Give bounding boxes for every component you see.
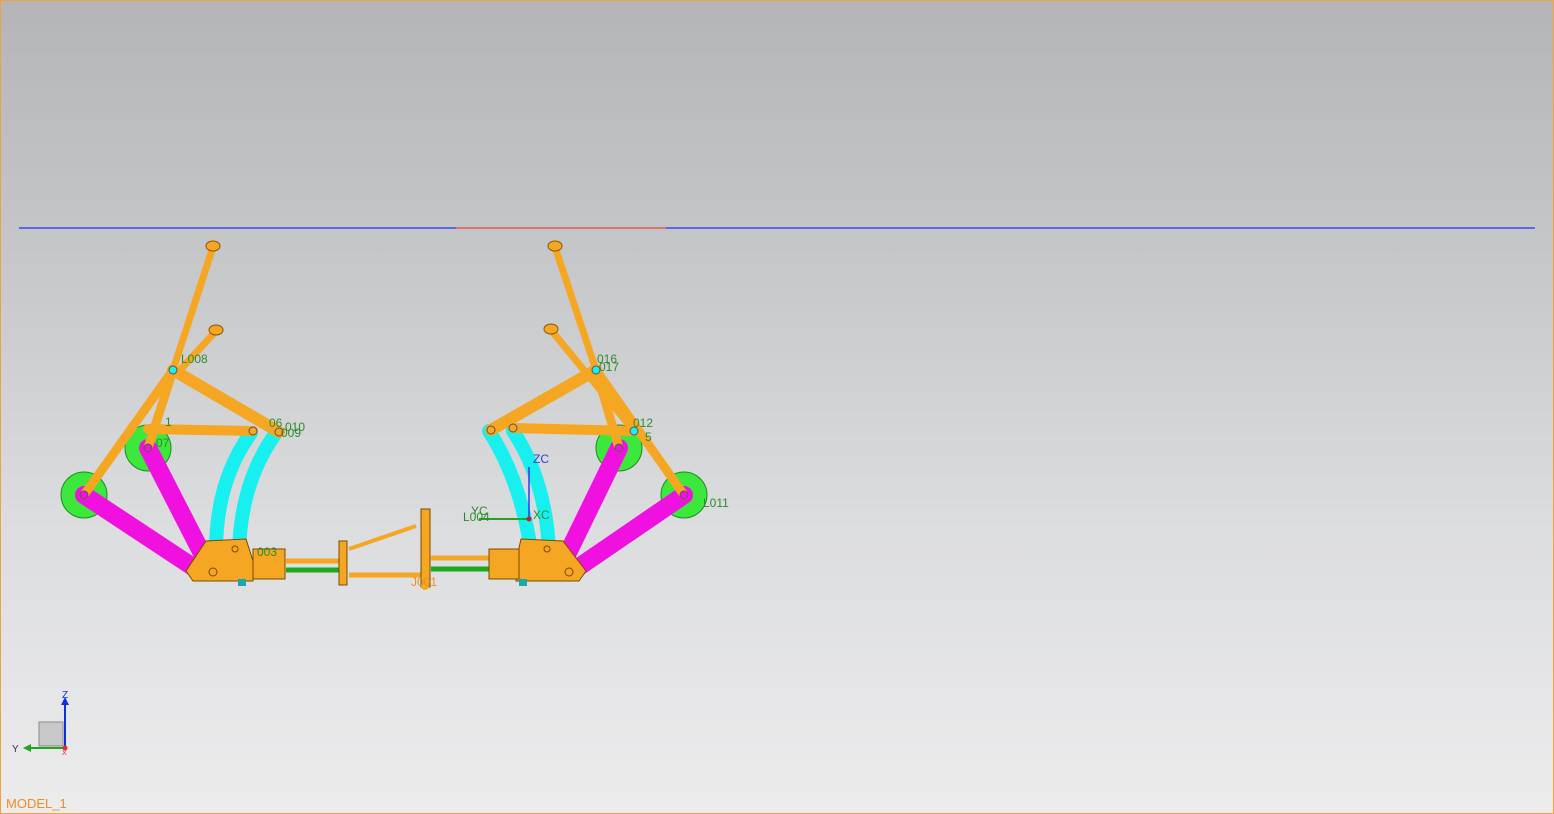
label-yc: YC [471,504,488,518]
model-name-label: MODEL_1 [6,796,67,811]
triad-x-label: X [62,750,67,757]
graphics-viewport[interactable]: L008 06 010 009 1 07 003 016 017 012 5 L… [0,0,1554,814]
right-orange-link-d[interactable] [508,423,639,436]
label-l009: 009 [281,426,301,440]
label-l012: 012 [633,416,653,430]
right-joint-e[interactable] [508,423,518,433]
right-rod-long[interactable] [551,243,600,374]
left-joint-top[interactable] [168,365,178,375]
left-joint-d[interactable] [248,426,258,436]
right-rod-short-cap [543,323,559,335]
left-rod-short-cap [208,324,224,336]
view-triad[interactable]: Z Y X [9,691,79,757]
left-rod-long-cap [205,240,221,252]
label-l003: 003 [257,545,277,559]
left-joint-inner-wheel[interactable] [143,443,153,453]
wcs-origin[interactable] [526,516,532,522]
label-xc: XC [533,508,550,522]
left-orange-link-d[interactable] [143,424,258,436]
right-joint-inner-wheel[interactable] [614,443,624,453]
triad-z-label: Z [62,691,68,701]
label-l001a: 1 [165,415,172,429]
label-zc: ZC [533,452,549,466]
label-l015: 5 [645,430,652,444]
right-rod-short[interactable] [547,326,638,435]
right-rod-long-cap [547,240,563,252]
triad-y-arrow [23,744,31,752]
left-leg-assembly[interactable] [60,240,286,586]
right-base-foot [519,579,527,586]
center-transmission[interactable] [286,508,489,590]
label-j001: J001 [411,575,437,589]
center-bracket-left[interactable] [338,540,348,586]
right-actuator-housing[interactable] [488,548,520,580]
right-leg-assembly[interactable] [482,240,708,586]
label-l011: L011 [703,496,729,510]
center-diagonal-rod[interactable] [348,524,417,551]
right-joint-c[interactable] [486,425,496,435]
label-l008: L008 [181,352,208,366]
left-joint-outer-wheel[interactable] [79,490,89,500]
mechanism-scene[interactable]: L008 06 010 009 1 07 003 016 017 012 5 L… [1,1,1553,813]
left-base-foot [238,579,246,586]
right-joint-outer-wheel[interactable] [679,490,689,500]
right-orange-link-c[interactable] [485,364,602,436]
left-orange-link-c[interactable] [167,364,285,438]
label-l007: 07 [156,436,170,450]
triad-y-label: Y [12,744,19,755]
label-l017: 017 [599,360,619,374]
triad-cube [38,721,64,747]
